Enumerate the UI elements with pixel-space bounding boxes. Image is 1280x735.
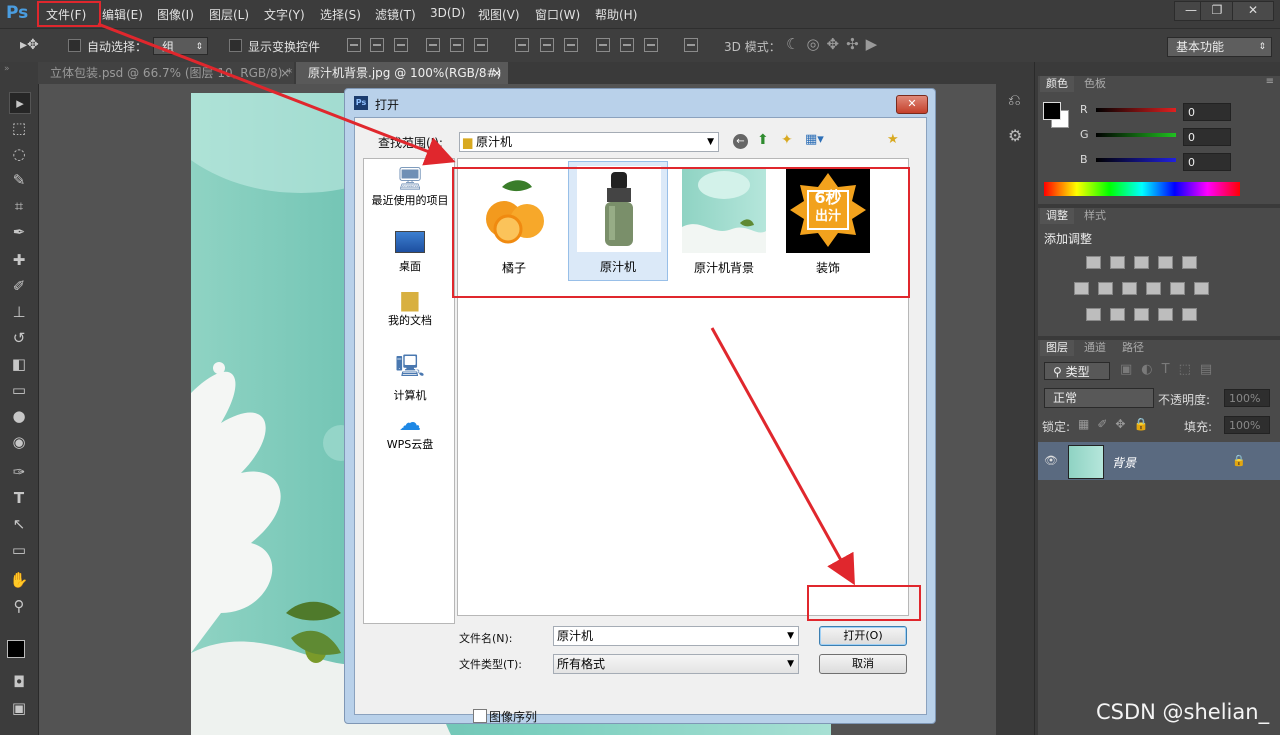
arrow-to-thumbnails — [97, 22, 456, 166]
fg-color-swatch[interactable] — [1043, 102, 1061, 120]
watermark: CSDN @shelian_ — [1096, 700, 1270, 724]
arrow-to-open-button — [710, 327, 855, 586]
annotation-arrows — [97, 22, 855, 586]
